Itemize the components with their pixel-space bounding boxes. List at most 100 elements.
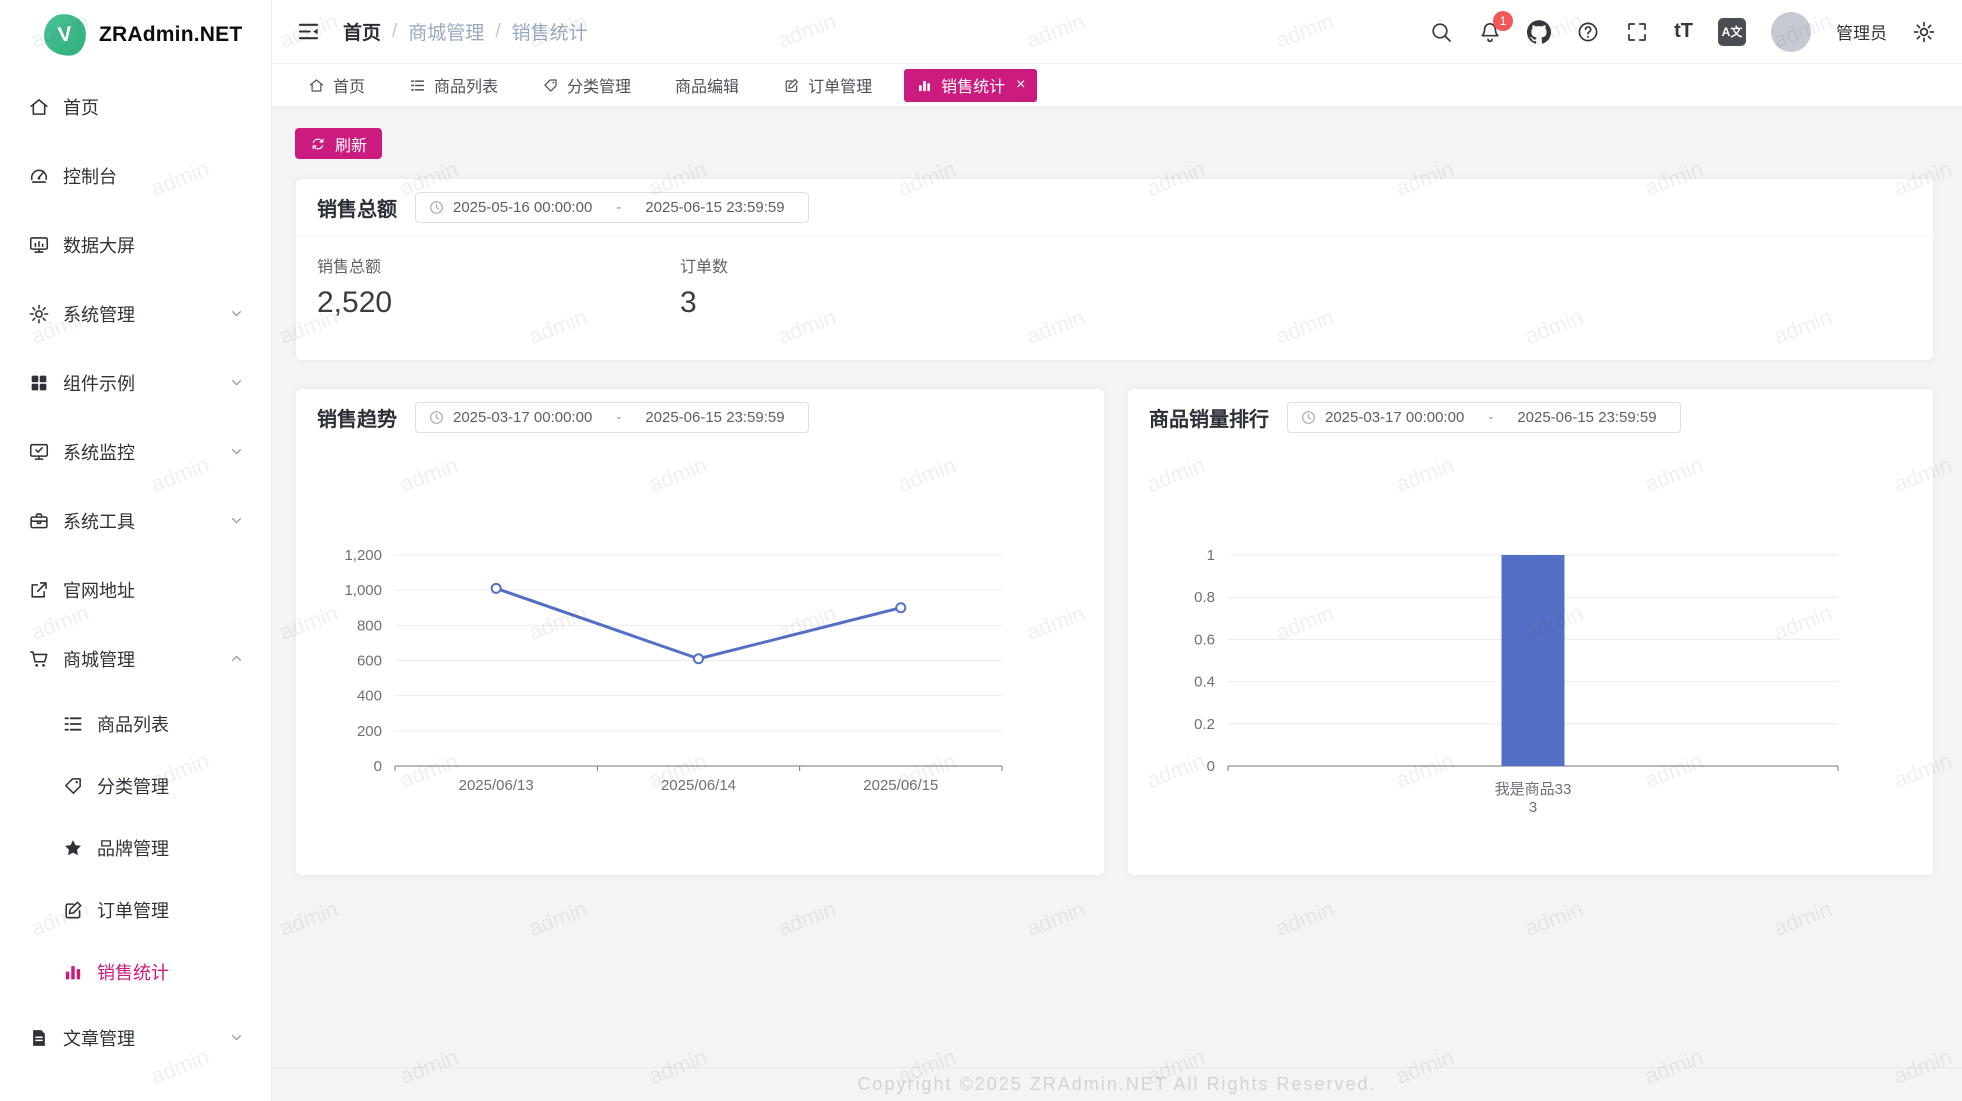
tag-icon — [542, 77, 559, 94]
sidebar-item-label: 销售统计 — [97, 959, 245, 985]
trend-date-end[interactable]: 2025-06-15 23:59:59 — [645, 409, 784, 426]
sidebar-item-系统工具[interactable]: 系统工具 — [0, 486, 271, 555]
app-logo[interactable]: V ZRAdmin.NET — [0, 0, 271, 66]
breadcrumb-mall: 商城管理 — [408, 18, 484, 45]
refresh-label: 刷新 — [335, 132, 367, 156]
tab-label: 销售统计 — [941, 73, 1005, 97]
trend-card-title: 销售趋势 — [317, 403, 397, 432]
gear-icon — [28, 303, 50, 325]
settings-gear-icon[interactable] — [1912, 20, 1936, 44]
tab-商品编辑[interactable]: 商品编辑 — [663, 69, 751, 102]
rank-date-range[interactable]: 2025-03-17 00:00:00 - 2025-06-15 23:59:5… — [1287, 402, 1681, 433]
date-range-separator: - — [616, 199, 621, 216]
tab-label: 分类管理 — [567, 73, 631, 97]
sidebar-item-系统监控[interactable]: 系统监控 — [0, 417, 271, 486]
github-icon[interactable] — [1527, 20, 1551, 44]
tab-label: 商品编辑 — [675, 73, 739, 97]
svg-text:2025/06/14: 2025/06/14 — [661, 777, 736, 794]
date-range-separator: - — [1488, 409, 1493, 426]
trend-card-header: 销售趋势 2025-03-17 00:00:00 - 2025-06-15 23… — [296, 389, 1104, 446]
monitor-icon — [28, 441, 50, 463]
stat-value: 3 — [680, 286, 1043, 320]
toolbox-icon — [28, 510, 50, 532]
charts-row: 销售趋势 2025-03-17 00:00:00 - 2025-06-15 23… — [295, 388, 1934, 876]
trend-point — [896, 603, 905, 612]
chevron-down-icon — [228, 305, 245, 322]
sidebar-item-首页[interactable]: 首页 — [0, 72, 271, 141]
stat-item: 销售总额2,520 — [317, 253, 680, 320]
tab-销售统计[interactable]: 销售统计 × — [904, 69, 1037, 102]
sidebar-item-数据大屏[interactable]: 数据大屏 — [0, 210, 271, 279]
svg-text:0.8: 0.8 — [1194, 589, 1215, 606]
sidebar-item-订单管理[interactable]: 订单管理 — [0, 879, 271, 941]
refresh-button[interactable]: 刷新 — [295, 128, 382, 159]
summary-date-start[interactable]: 2025-05-16 00:00:00 — [453, 199, 592, 216]
font-size-control[interactable]: tT — [1674, 20, 1693, 43]
svg-text:1: 1 — [1207, 547, 1215, 564]
dashboard-icon — [28, 165, 50, 187]
username[interactable]: 管理员 — [1836, 19, 1887, 44]
tab-商品列表[interactable]: 商品列表 — [397, 69, 510, 102]
svg-text:0.4: 0.4 — [1194, 674, 1215, 691]
sidebar-item-商城管理[interactable]: 商城管理 — [0, 624, 271, 693]
svg-text:600: 600 — [357, 653, 382, 670]
chevron-down-icon — [228, 443, 245, 460]
svg-text:200: 200 — [357, 723, 382, 740]
sidebar-item-label: 系统监控 — [63, 439, 228, 465]
svg-text:1,000: 1,000 — [344, 582, 382, 599]
bell-icon[interactable]: 1 — [1478, 20, 1502, 44]
sidebar-item-label: 商城管理 — [63, 646, 228, 672]
logo-letter: V — [57, 22, 73, 47]
tab-分类管理[interactable]: 分类管理 — [530, 69, 643, 102]
order-edit-icon — [62, 899, 84, 921]
sidebar-item-销售统计[interactable]: 销售统计 — [0, 941, 271, 1003]
trend-chart: 02004006008001,0001,2002025/06/132025/06… — [296, 389, 1106, 877]
sidebar-item-商品列表[interactable]: 商品列表 — [0, 693, 271, 755]
sidebar-item-控制台[interactable]: 控制台 — [0, 141, 271, 210]
sidebar-item-label: 官网地址 — [63, 577, 245, 603]
cart-icon — [28, 648, 50, 670]
sidebar-item-文章管理[interactable]: 文章管理 — [0, 1003, 271, 1072]
svg-text:3: 3 — [1529, 799, 1537, 816]
sidebar-item-系统管理[interactable]: 系统管理 — [0, 279, 271, 348]
breadcrumb-home[interactable]: 首页 — [343, 18, 381, 45]
fullscreen-icon[interactable] — [1625, 20, 1649, 44]
grid-icon — [28, 372, 50, 394]
bar-chart-icon — [62, 961, 84, 983]
svg-text:2025/06/13: 2025/06/13 — [459, 777, 534, 794]
svg-text:400: 400 — [357, 688, 382, 705]
content: 刷新 销售总额 2025-05-16 00:00:00 - 2025-06-15… — [272, 106, 1962, 1067]
sidebar-item-label: 订单管理 — [97, 897, 245, 923]
translate-control[interactable]: A文 — [1718, 18, 1746, 46]
sidebar-item-分类管理[interactable]: 分类管理 — [0, 755, 271, 817]
summary-card: 销售总额 2025-05-16 00:00:00 - 2025-06-15 23… — [295, 178, 1934, 361]
rank-card-title: 商品销量排行 — [1149, 403, 1269, 432]
sidebar-item-组件示例[interactable]: 组件示例 — [0, 348, 271, 417]
search-icon[interactable] — [1429, 20, 1453, 44]
close-icon[interactable]: × — [1016, 76, 1025, 94]
avatar[interactable] — [1771, 12, 1811, 52]
rank-date-start[interactable]: 2025-03-17 00:00:00 — [1325, 409, 1464, 426]
app-title: ZRAdmin.NET — [99, 23, 242, 47]
sidebar-item-官网地址[interactable]: 官网地址 — [0, 555, 271, 624]
collapse-sidebar-icon[interactable] — [296, 19, 321, 44]
summary-date-end[interactable]: 2025-06-15 23:59:59 — [645, 199, 784, 216]
sidebar-item-品牌管理[interactable]: 品牌管理 — [0, 817, 271, 879]
star-icon — [62, 837, 84, 859]
sidebar-item-label: 系统工具 — [63, 508, 228, 534]
rank-date-end[interactable]: 2025-06-15 23:59:59 — [1517, 409, 1656, 426]
notification-badge: 1 — [1493, 11, 1513, 31]
sidebar-item-label: 商品列表 — [97, 711, 245, 737]
help-icon[interactable] — [1576, 20, 1600, 44]
trend-date-start[interactable]: 2025-03-17 00:00:00 — [453, 409, 592, 426]
tab-首页[interactable]: 首页 — [296, 69, 377, 102]
external-link-icon — [28, 579, 50, 601]
refresh-icon — [310, 136, 326, 152]
svg-text:2025/06/15: 2025/06/15 — [863, 777, 938, 794]
stat-label: 订单数 — [680, 253, 1043, 277]
tab-订单管理[interactable]: 订单管理 — [771, 69, 884, 102]
rank-card-header: 商品销量排行 2025-03-17 00:00:00 - 2025-06-15 … — [1128, 389, 1933, 446]
svg-text:0: 0 — [1207, 758, 1215, 775]
trend-date-range[interactable]: 2025-03-17 00:00:00 - 2025-06-15 23:59:5… — [415, 402, 809, 433]
summary-date-range[interactable]: 2025-05-16 00:00:00 - 2025-06-15 23:59:5… — [415, 192, 809, 223]
